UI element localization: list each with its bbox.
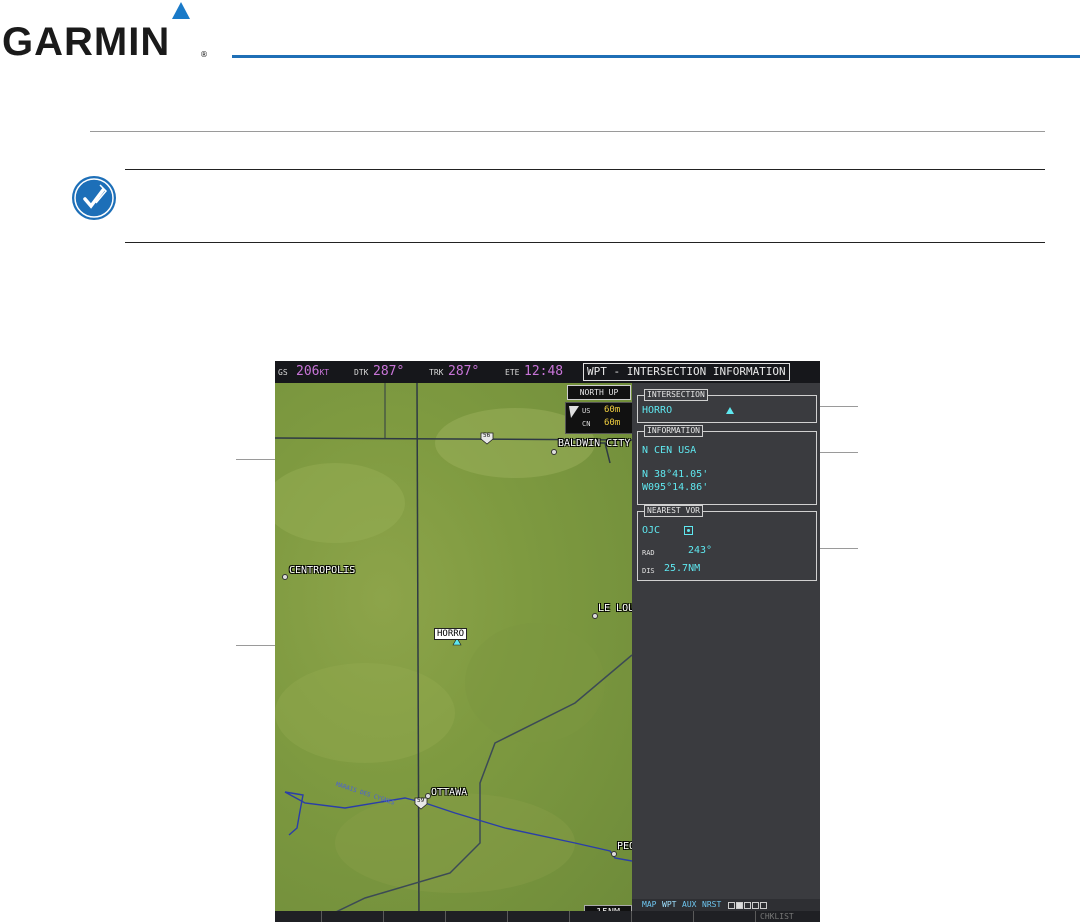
alt-row-0-label: US bbox=[582, 407, 591, 415]
city-dot-baldwin bbox=[551, 449, 557, 455]
highway-shield-56: 56 bbox=[483, 432, 491, 439]
intersection-ident[interactable]: HORRO bbox=[642, 405, 672, 416]
softkey-6[interactable] bbox=[570, 911, 632, 922]
city-label-peoria: PEO bbox=[617, 841, 632, 852]
page-group-bar: MAP WPT AUX NRST bbox=[632, 899, 820, 911]
note-rule-top bbox=[125, 169, 1045, 170]
softkey-2[interactable] bbox=[322, 911, 384, 922]
trk-value: 287° bbox=[448, 364, 480, 379]
alt-row-1-label: CN bbox=[582, 420, 591, 428]
page-indicator-2 bbox=[736, 902, 743, 909]
ete-label: ETE bbox=[505, 368, 520, 377]
vor-rad-value: 243° bbox=[688, 545, 713, 556]
softkey-chklist[interactable]: CHKLIST bbox=[760, 912, 794, 921]
information-lat: N 38°41.05' bbox=[642, 469, 709, 480]
city-label-centropolis: CENTROPOLIS bbox=[289, 565, 356, 576]
page-group-aux: AUX bbox=[682, 900, 697, 909]
softkey-3[interactable] bbox=[384, 911, 446, 922]
softkey-bar: CHKLIST bbox=[275, 911, 820, 922]
mfd-display: GS 206KT DTK 287° TRK 287° ETE 12:48 WPT… bbox=[275, 361, 820, 922]
altitude-units-box: US 60m CN 60m bbox=[565, 402, 632, 434]
waypoint-label: HORRO bbox=[434, 628, 468, 640]
page-group-map: MAP bbox=[642, 900, 657, 909]
nearest-vor-title: NEAREST VOR bbox=[644, 505, 703, 517]
softkey-8[interactable] bbox=[694, 911, 756, 922]
dtk-label: DTK bbox=[354, 368, 369, 377]
callout-information bbox=[818, 452, 858, 453]
section-rule bbox=[90, 131, 1045, 132]
registered-mark: ® bbox=[200, 50, 208, 59]
note-rule-bottom bbox=[125, 242, 1045, 243]
city-label-leloup: LE LOU bbox=[598, 603, 632, 614]
intersection-box[interactable]: INTERSECTION HORRO bbox=[637, 389, 817, 423]
softkey-1[interactable] bbox=[275, 911, 322, 922]
city-label-baldwin: BALDWIN CITY bbox=[558, 438, 631, 449]
map-view[interactable]: 56 59 BALDWIN CITY CENTROPOLIS LE LOU OT… bbox=[275, 383, 632, 922]
information-title: INFORMATION bbox=[644, 425, 703, 437]
callout-intersection bbox=[818, 406, 858, 407]
softkey-7[interactable] bbox=[632, 911, 694, 922]
nearest-vor-box[interactable]: NEAREST VOR OJC RAD 243° DIS 25.7NM bbox=[637, 505, 817, 581]
page-group-wpt: WPT bbox=[662, 900, 677, 909]
map-orientation: NORTH UP bbox=[567, 385, 631, 400]
page-indicator-1 bbox=[728, 902, 735, 909]
info-panel: INTERSECTION HORRO INFORMATION N CEN USA… bbox=[632, 383, 820, 899]
vor-symbol-icon bbox=[684, 526, 693, 535]
city-label-ottawa: OTTAWA bbox=[431, 787, 468, 798]
map-features bbox=[275, 383, 632, 922]
intersection-symbol-icon bbox=[726, 407, 734, 414]
alt-row-1-value: 60m bbox=[604, 418, 621, 428]
gs-value: 206KT bbox=[296, 364, 330, 379]
garmin-logo: GARMIN bbox=[2, 20, 171, 64]
gs-label: GS bbox=[278, 368, 288, 377]
information-region: N CEN USA bbox=[642, 445, 697, 456]
highway-shield-59: 59 bbox=[417, 797, 425, 804]
ete-value: 12:48 bbox=[524, 364, 564, 379]
nearest-vor-ident[interactable]: OJC bbox=[642, 525, 660, 536]
alt-row-0-value: 60m bbox=[604, 405, 621, 415]
page-indicator-5 bbox=[760, 902, 767, 909]
page-title: WPT - INTERSECTION INFORMATION bbox=[583, 363, 790, 381]
dtk-value: 287° bbox=[373, 364, 405, 379]
vor-dis-label: DIS bbox=[642, 567, 655, 575]
information-box: INFORMATION N CEN USA N 38°41.05' W095°1… bbox=[637, 425, 817, 505]
page-indicator-4 bbox=[752, 902, 759, 909]
callout-nearest-vor bbox=[818, 548, 858, 549]
page-title-bar: WPT - INTERSECTION INFORMATION bbox=[581, 361, 820, 383]
softkey-5[interactable] bbox=[508, 911, 570, 922]
intersection-title: INTERSECTION bbox=[644, 389, 708, 401]
trk-label: TRK bbox=[429, 368, 444, 377]
nav-status-bar: GS 206KT DTK 287° TRK 287° ETE 12:48 bbox=[275, 361, 581, 383]
information-lon: W095°14.86' bbox=[642, 482, 709, 493]
page-indicator-3 bbox=[744, 902, 751, 909]
header-rule bbox=[232, 55, 1080, 58]
logo-delta-icon bbox=[172, 2, 190, 19]
note-check-icon bbox=[72, 176, 116, 220]
vor-dis-value: 25.7NM bbox=[664, 563, 701, 574]
city-dot-centropolis bbox=[282, 574, 288, 580]
page-group-nrst: NRST bbox=[702, 900, 722, 909]
vor-rad-label: RAD bbox=[642, 549, 655, 557]
terrain-wedge-icon bbox=[569, 406, 579, 418]
softkey-4[interactable] bbox=[446, 911, 508, 922]
